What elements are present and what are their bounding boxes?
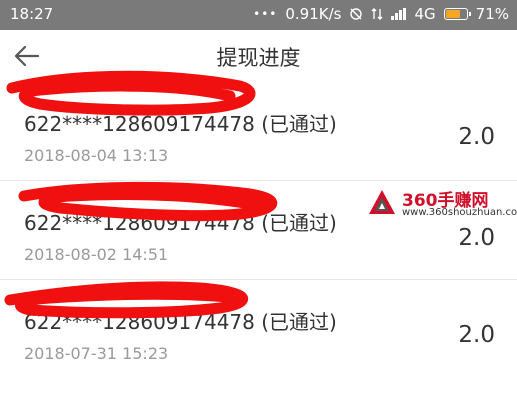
status-bar: 18:27 ••• 0.91K/s 4G 71% (0, 0, 517, 30)
signal-icon (391, 8, 407, 20)
status-time: 18:27 (10, 5, 54, 23)
page-title: 提现进度 (216, 46, 301, 70)
data-transfer-icon (371, 8, 383, 20)
card-line: 622****128609174478 (已通过) (24, 306, 337, 335)
withdrawal-record[interactable]: 622****128609174478 (已通过) 2018-08-04 13:… (0, 82, 517, 181)
status-icons: ••• 0.91K/s 4G 71% (253, 5, 509, 23)
alarm-off-icon (350, 8, 363, 20)
network-speed: 0.91K/s (285, 5, 342, 23)
withdrawal-record-list: 622****128609174478 (已通过) 2018-08-04 13:… (0, 82, 517, 378)
record-amount: 2.0 (458, 225, 495, 251)
battery-fill (445, 10, 460, 18)
app-bar: 提现进度 (0, 30, 517, 82)
card-number: 622****128609174478 (24, 310, 255, 334)
record-amount: 2.0 (458, 322, 495, 348)
record-amount: 2.0 (458, 124, 495, 150)
withdrawal-record[interactable]: 622****128609174478 (已通过) 2018-07-31 15:… (0, 280, 517, 378)
watermark: 360手赚网 www.360shouzhuan.com (364, 186, 517, 222)
card-line: 622****128609174478 (已通过) (24, 108, 337, 137)
more-dots-icon: ••• (253, 7, 278, 21)
card-number: 622****128609174478 (24, 211, 255, 235)
status-label: (已通过) (261, 112, 337, 136)
card-number: 622****128609174478 (24, 112, 255, 136)
battery-percent: 71% (475, 5, 509, 23)
watermark-url: www.360shouzhuan.com (402, 207, 517, 218)
card-line: 622****128609174478 (已通过) (24, 207, 337, 236)
status-label: (已通过) (261, 310, 337, 334)
record-date: 2018-08-02 14:51 (24, 245, 169, 264)
battery-icon (443, 8, 471, 20)
record-date: 2018-08-04 13:13 (24, 146, 169, 165)
network-type: 4G (414, 5, 436, 23)
record-date: 2018-07-31 15:23 (24, 344, 169, 363)
watermark-logo-icon (369, 190, 395, 214)
status-label: (已通过) (261, 211, 337, 235)
screen: 18:27 ••• 0.91K/s 4G 71% 提现进度 622****128… (0, 0, 517, 409)
